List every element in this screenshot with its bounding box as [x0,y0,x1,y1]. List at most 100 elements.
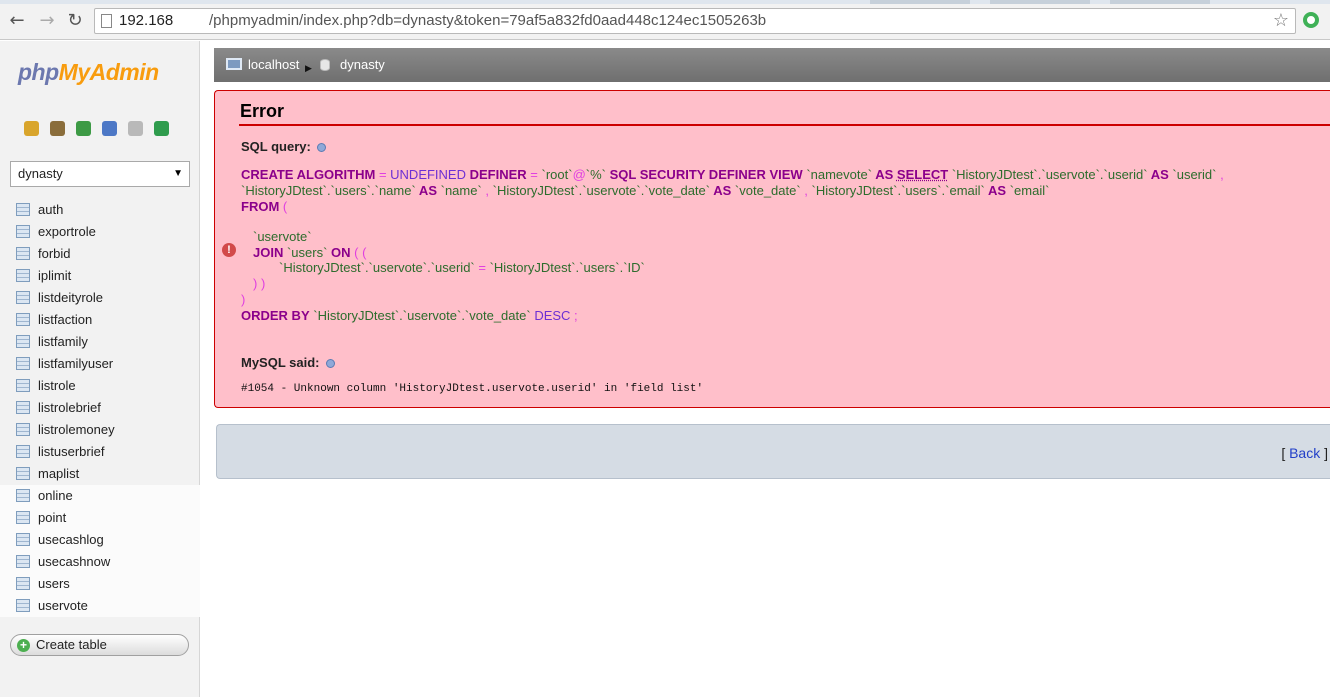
table-icon[interactable] [16,577,30,590]
table-icon[interactable] [16,511,30,524]
table-icon[interactable] [16,313,30,326]
table-list-item[interactable]: uservote [0,595,200,617]
sql-line-6: `HistoryJDtest`.`uservote`.`userid` = `H… [279,260,645,275]
table-name: listfamilyuser [38,356,114,371]
error-title: Error [240,101,285,121]
create-table-button[interactable]: + Create table [10,634,189,656]
create-table-label: Create table [36,637,107,652]
back-link-wrapper: [ Back ] [1281,445,1328,461]
table-list-item[interactable]: online [0,485,200,507]
bookmark-star-icon[interactable]: ☆ [1273,9,1289,33]
docs-icon[interactable] [128,121,143,136]
table-name: listdeityrole [38,290,104,305]
table-list-item[interactable]: listfamily [0,331,200,353]
reload-icon[interactable]: ↻ [64,10,86,32]
forward-arrow-icon[interactable]: → [36,10,58,32]
browser-toolbar: ← → ↻ 192.168 /phpmyadmin/index.php?db=d… [0,0,1330,40]
table-icon[interactable] [16,467,30,480]
table-icon[interactable] [16,379,30,392]
navigation-sidebar: phpMyAdmin dynasty ▼ auth exportrole forbi… [0,41,200,697]
mysql-said-heading: MySQL said: [241,355,335,370]
error-icon: ! [222,243,236,257]
table-name: exportrole [38,224,96,239]
table-icon[interactable] [16,445,30,458]
sql-line-9: ORDER BY `HistoryJDtest`.`uservote`.`vot… [241,308,578,323]
table-icon[interactable] [16,225,30,238]
title-divider [239,124,1330,126]
table-list-item[interactable]: auth [0,199,200,221]
documentation-icon[interactable] [325,359,335,368]
table-list-item[interactable]: listrolemoney [0,419,200,441]
table-name: usecashlog [38,532,104,547]
database-select[interactable]: dynasty ▼ [10,161,190,187]
table-icon[interactable] [16,533,30,546]
server-icon [226,58,242,70]
table-name: listfaction [38,312,93,327]
sql-line-2: `HistoryJDtest`.`users`.`name` AS `name`… [241,183,1050,198]
home-icon[interactable] [24,121,39,136]
table-list-item[interactable]: iplimit [0,265,200,287]
table-list-item[interactable]: listrolebrief [0,397,200,419]
sql-line-5: JOIN `users` ON ( ( [253,245,367,260]
back-arrow-icon[interactable]: ← [6,10,28,32]
breadcrumb-database-link[interactable]: dynasty [340,48,385,82]
table-list: auth exportrole forbid iplimit listdeityrole… [0,199,200,617]
table-list-item[interactable]: listfamilyuser [0,353,200,375]
table-icon[interactable] [16,335,30,348]
back-link[interactable]: Back [1289,445,1320,461]
table-icon[interactable] [16,203,30,216]
table-list-item[interactable]: listdeityrole [0,287,200,309]
page-icon [101,14,112,28]
table-name: point [38,510,67,525]
dropdown-arrow-icon: ▼ [173,168,183,179]
table-icon[interactable] [16,423,30,436]
table-name: listfamily [38,334,88,349]
table-list-item[interactable]: listfaction [0,309,200,331]
sql-query-heading: SQL query: [241,139,326,154]
help-icon[interactable] [102,121,117,136]
table-list-item[interactable]: listrole [0,375,200,397]
breadcrumb: localhost ▶ dynasty [214,48,1330,82]
sql-query-icon[interactable] [50,121,65,136]
breadcrumb-server-link[interactable]: localhost [248,48,299,82]
table-name: usecashnow [38,554,111,569]
phpmyadmin-logo[interactable]: phpMyAdmin [18,59,159,86]
table-name: listrolemoney [38,422,115,437]
sql-line-1: CREATE ALGORITHM = UNDEFINED DEFINER = `… [241,167,1224,182]
table-icon[interactable] [16,555,30,568]
table-list-item[interactable]: exportrole [0,221,200,243]
table-list-item[interactable]: listuserbrief [0,441,200,463]
table-icon[interactable] [16,599,30,612]
documentation-icon[interactable] [316,143,326,152]
table-name: iplimit [38,268,72,283]
table-icon[interactable] [16,357,30,370]
table-icon[interactable] [16,401,30,414]
table-list-item[interactable]: users [0,573,200,595]
select-keyword-link: SELECT [896,167,949,182]
url-host: 192.168 [119,12,174,29]
table-icon[interactable] [16,247,30,260]
table-icon[interactable] [16,489,30,502]
table-icon[interactable] [16,269,30,282]
sql-line-3: FROM ( [241,199,288,214]
table-list-item[interactable]: point [0,507,200,529]
table-name: auth [38,202,64,217]
table-name: uservote [38,598,88,613]
sql-line-4: `uservote` [253,229,312,244]
table-name: listrolebrief [38,400,101,415]
table-icon[interactable] [16,291,30,304]
mysql-error-message: #1054 - Unknown column 'HistoryJDtest.us… [241,383,704,395]
table-name: listrole [38,378,76,393]
table-list-item[interactable]: usecashlog [0,529,200,551]
tab-strip [0,0,1330,4]
extension-icon[interactable] [1303,12,1319,28]
reload-icon[interactable] [154,121,169,136]
table-list-item[interactable]: usecashnow [0,551,200,573]
sql-line-7: ) ) [253,276,266,291]
table-list-item[interactable]: maplist [0,463,200,485]
address-bar[interactable]: 192.168 /phpmyadmin/index.php?db=dynasty… [94,8,1296,34]
table-list-item[interactable]: forbid [0,243,200,265]
exit-icon[interactable] [76,121,91,136]
table-name: online [38,488,73,503]
database-select-value: dynasty [18,166,63,181]
